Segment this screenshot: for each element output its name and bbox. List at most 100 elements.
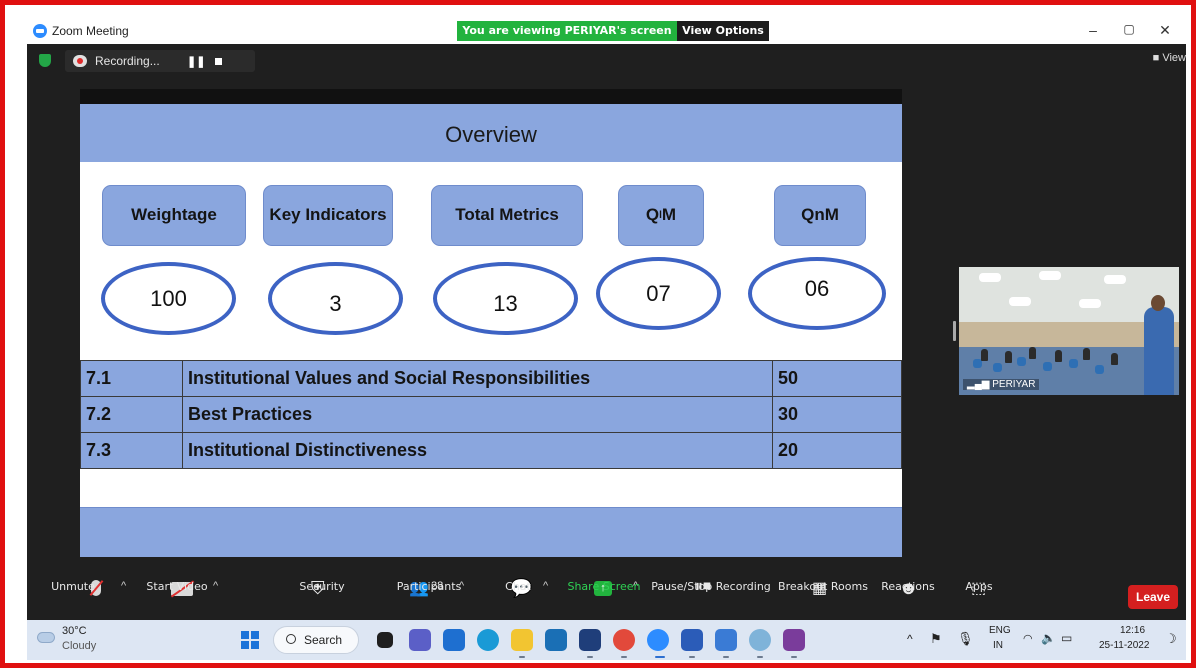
running-indicator <box>587 656 593 658</box>
task-view-icon[interactable] <box>377 632 393 648</box>
clock-time[interactable]: 12:16 <box>1120 625 1145 636</box>
wifi-icon[interactable]: ◠ <box>1023 632 1033 645</box>
pause-recording-icon[interactable]: ❚❚ <box>187 55 205 68</box>
value-weightage: 100 <box>101 262 236 335</box>
attendee <box>1055 350 1062 362</box>
attendee <box>1083 348 1090 360</box>
pill-qlm: QlM <box>618 185 704 246</box>
seat <box>1069 359 1078 368</box>
active-indicator <box>655 656 665 658</box>
criterion-name: Best Practices <box>182 396 773 433</box>
ceiling-light <box>1079 299 1101 308</box>
windows-start-icon[interactable] <box>241 631 259 649</box>
webex-icon[interactable] <box>579 629 601 651</box>
chrome-icon[interactable] <box>613 629 635 651</box>
reactions-button[interactable]: Reactions <box>877 580 939 593</box>
weather-temperature[interactable]: 30°C <box>62 625 87 637</box>
ceiling-light <box>1039 271 1061 280</box>
shared-slide: Overview Weightage Key Indicators Total … <box>80 89 902 557</box>
chat-caret[interactable]: ^ <box>543 580 548 592</box>
value-qnm: 06 <box>748 257 886 330</box>
battery-icon[interactable]: ▭ <box>1061 631 1072 645</box>
region-code[interactable]: IN <box>993 640 1003 651</box>
unmute-button[interactable]: Unmute <box>33 580 113 593</box>
view-options-button[interactable]: View Options ⌄ <box>677 21 769 57</box>
running-indicator <box>519 656 525 658</box>
edge-browser-icon[interactable] <box>477 629 499 651</box>
criterion-weight: 20 <box>772 432 902 469</box>
pill-qnm: QnM <box>774 185 866 246</box>
photos-icon[interactable] <box>715 629 737 651</box>
chat-button[interactable]: Chat <box>493 580 543 593</box>
file-explorer-icon[interactable] <box>511 629 533 651</box>
teams-chat-icon[interactable] <box>409 629 431 651</box>
table-row: 7.1 Institutional Values and Social Resp… <box>80 360 902 397</box>
slide-header: Overview <box>80 104 902 162</box>
view-label: View <box>1162 52 1186 64</box>
speaker-figure <box>1144 307 1174 395</box>
participant-name-label: ▂▄▆ PERIYAR <box>963 379 1040 390</box>
window-title: Zoom Meeting <box>52 24 129 38</box>
criterion-weight: 50 <box>772 360 902 397</box>
close-button[interactable]: ✕ <box>1155 22 1175 39</box>
tray-overflow-icon[interactable]: ^ <box>907 632 913 646</box>
pause-stop-recording-button[interactable]: Pause/Stop Recording <box>651 580 771 593</box>
panel-resize-handle[interactable] <box>953 321 956 341</box>
mail-icon[interactable] <box>443 629 465 651</box>
table-row: 7.2 Best Practices 30 <box>80 396 902 433</box>
ceiling-light <box>979 273 1001 282</box>
criterion-id: 7.2 <box>80 396 183 433</box>
security-button[interactable]: Security <box>289 580 355 593</box>
cloud-record-icon <box>73 55 87 67</box>
microphone-tray-icon[interactable]: 🎙 <box>957 631 974 647</box>
running-indicator <box>621 656 627 658</box>
language-code[interactable]: ENG <box>989 625 1011 636</box>
attendee <box>1029 347 1036 359</box>
title-bar: Zoom Meeting You are viewing PERIYAR's s… <box>27 20 1186 57</box>
slide-footer <box>80 507 902 557</box>
slide-title: Overview <box>445 122 537 147</box>
seat <box>1095 365 1104 374</box>
running-indicator <box>791 656 797 658</box>
seat <box>1043 362 1052 371</box>
value-qlm: 07 <box>596 257 721 330</box>
criterion-name: Institutional Values and Social Responsi… <box>182 360 773 397</box>
seat <box>1017 357 1026 366</box>
participants-button[interactable]: Participants <box>379 580 479 593</box>
value-total-metrics: 13 <box>433 262 578 335</box>
criterion-name: Institutional Distinctiveness <box>182 432 773 469</box>
criterion-id: 7.1 <box>80 360 183 397</box>
store-icon[interactable] <box>545 629 567 651</box>
shield-icon[interactable] <box>39 54 51 67</box>
taskbar-search[interactable]: Search <box>273 626 359 654</box>
clock-date[interactable]: 25-11-2022 <box>1099 640 1149 651</box>
meeting-area: Recording... ❚❚ ■ View Overview Weightag… <box>27 44 1186 620</box>
pill-total-metrics: Total Metrics <box>431 185 583 246</box>
leave-button[interactable]: Leave <box>1128 585 1178 609</box>
start-video-button[interactable]: Start Video <box>117 580 237 593</box>
minimize-button[interactable]: – <box>1083 22 1103 38</box>
participant-name: PERIYAR <box>992 379 1036 390</box>
view-button[interactable]: ■ View <box>1153 52 1186 64</box>
search-label: Search <box>304 633 343 647</box>
notifications-icon[interactable]: ☽ <box>1165 631 1177 647</box>
participant-video[interactable]: ▂▄▆ PERIYAR <box>959 267 1179 395</box>
recording-bar: Recording... ❚❚ <box>27 48 327 72</box>
volume-icon[interactable]: 🔈 <box>1041 631 1056 645</box>
restore-button[interactable]: ▢ <box>1119 22 1139 36</box>
running-indicator <box>757 656 763 658</box>
winrar-icon[interactable] <box>783 629 805 651</box>
stop-recording-icon[interactable] <box>215 58 222 65</box>
zoom-app-icon[interactable] <box>647 629 669 651</box>
value-key-indicators: 3 <box>268 262 403 335</box>
share-screen-button[interactable]: Share Screen <box>564 580 644 593</box>
network-app-icon[interactable] <box>749 629 771 651</box>
cloud-weather-icon[interactable] <box>37 632 55 643</box>
tray-app-icon[interactable]: ⚑ <box>930 631 942 647</box>
word-icon[interactable] <box>681 629 703 651</box>
slide-top-strip <box>80 89 902 104</box>
weather-description[interactable]: Cloudy <box>62 640 96 652</box>
breakout-rooms-button[interactable]: Breakout Rooms <box>775 580 871 593</box>
ceiling-light <box>1104 275 1126 284</box>
apps-button[interactable]: Apps <box>961 580 997 593</box>
